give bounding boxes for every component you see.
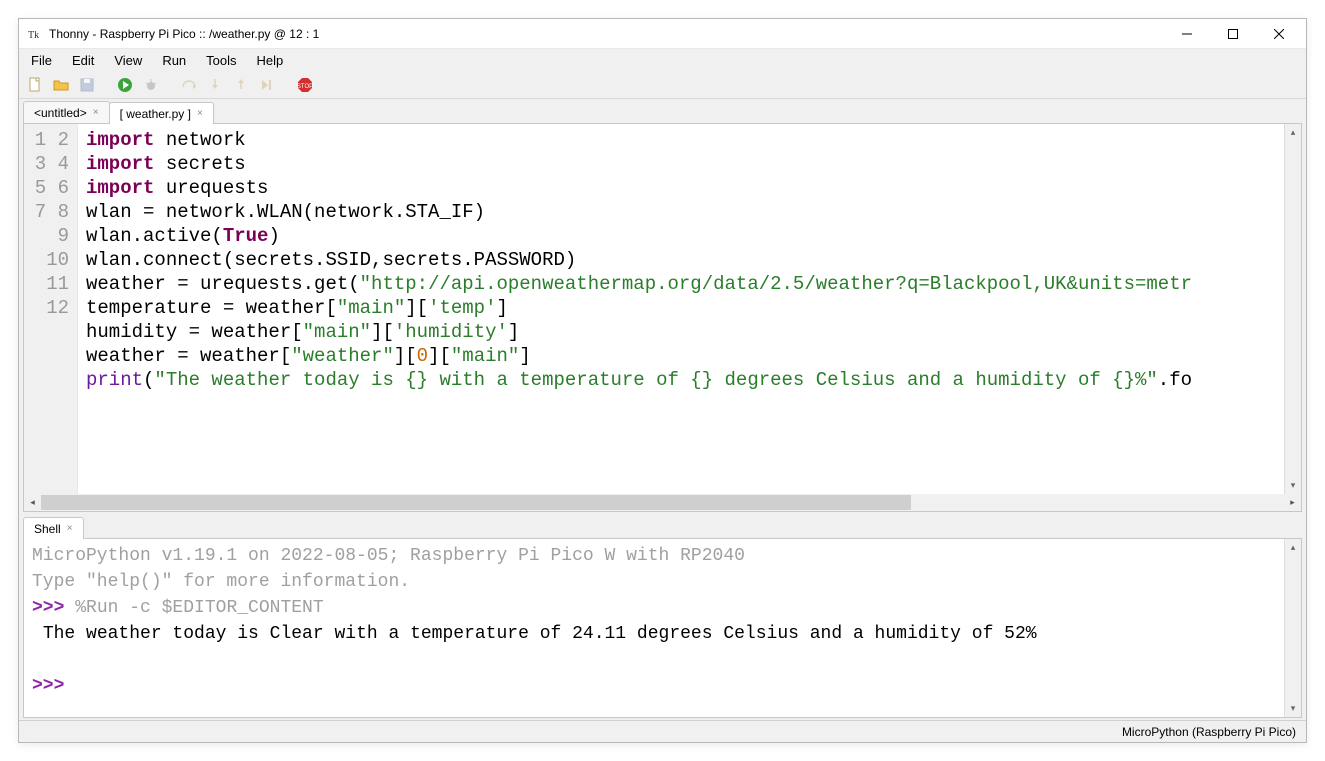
maximize-button[interactable] [1210, 19, 1256, 49]
shell-command: %Run -c $EDITOR_CONTENT [75, 598, 323, 618]
code-token: 'temp' [428, 297, 496, 319]
code-token: "weather" [291, 345, 394, 367]
tab-untitled[interactable]: <untitled> × [23, 101, 110, 123]
code-token: ( [143, 369, 154, 391]
code-token: 0 [417, 345, 428, 367]
code-token: ][ [428, 345, 451, 367]
close-icon[interactable]: × [195, 108, 205, 119]
toolbar: STOP [19, 71, 1306, 99]
menu-file[interactable]: File [23, 51, 60, 70]
code-token: "main" [337, 297, 405, 319]
scroll-down-icon[interactable]: ▾ [1285, 700, 1301, 717]
svg-text:STOP: STOP [297, 84, 313, 90]
code-token: True [223, 225, 269, 247]
run-icon[interactable] [115, 75, 135, 95]
step-into-icon[interactable] [205, 75, 225, 95]
step-out-icon[interactable] [231, 75, 251, 95]
menu-run[interactable]: Run [154, 51, 194, 70]
code-token: ][ [371, 321, 394, 343]
save-file-icon[interactable] [77, 75, 97, 95]
line-gutter: 1 2 3 4 5 6 7 8 9 10 11 12 [24, 124, 78, 494]
shell-line: MicroPython v1.19.1 on 2022-08-05; Raspb… [32, 546, 745, 566]
menu-view[interactable]: View [106, 51, 150, 70]
scroll-thumb[interactable] [41, 495, 911, 510]
code-token: ][ [405, 297, 428, 319]
tab-label: [ weather.py ] [120, 107, 191, 121]
code-token: print [86, 369, 143, 391]
close-icon[interactable]: × [65, 523, 75, 534]
menubar: File Edit View Run Tools Help [19, 49, 1306, 71]
code-token: ) [268, 225, 279, 247]
app-icon: Tk [27, 26, 43, 42]
tab-label: <untitled> [34, 106, 87, 120]
code-token: 'humidity' [394, 321, 508, 343]
editor-vertical-scrollbar[interactable]: ▴ ▾ [1284, 124, 1301, 494]
resume-icon[interactable] [257, 75, 277, 95]
titlebar: Tk Thonny - Raspberry Pi Pico :: /weathe… [19, 19, 1306, 49]
app-window: Tk Thonny - Raspberry Pi Pico :: /weathe… [18, 18, 1307, 743]
code-token: ] [519, 345, 530, 367]
code-token: weather = urequests.get( [86, 273, 360, 295]
shell-prompt: >>> [32, 598, 75, 618]
scroll-down-icon[interactable]: ▾ [1285, 477, 1301, 494]
tab-weather[interactable]: [ weather.py ] × [109, 102, 214, 124]
tab-label: Shell [34, 522, 61, 536]
scroll-track[interactable] [41, 494, 1284, 511]
new-file-icon[interactable] [25, 75, 45, 95]
code-token: "The weather today is {} with a temperat… [154, 369, 1157, 391]
interpreter-label[interactable]: MicroPython (Raspberry Pi Pico) [1122, 725, 1296, 739]
code-token: wlan.active( [86, 225, 223, 247]
code-token: wlan = network.WLAN(network.STA_IF) [86, 201, 485, 223]
shell-vertical-scrollbar[interactable]: ▴ ▾ [1284, 539, 1301, 717]
editor: 1 2 3 4 5 6 7 8 9 10 11 12 import networ… [23, 123, 1302, 512]
scroll-up-icon[interactable]: ▴ [1285, 124, 1301, 141]
minimize-button[interactable] [1164, 19, 1210, 49]
step-over-icon[interactable] [179, 75, 199, 95]
shell-pane-tabs: Shell × [19, 516, 1306, 538]
code-token: "main" [451, 345, 519, 367]
code-token: wlan.connect(secrets.SSID,secrets.PASSWO… [86, 249, 576, 271]
tab-shell[interactable]: Shell × [23, 517, 84, 539]
stop-icon[interactable]: STOP [295, 75, 315, 95]
code-token: urequests [154, 177, 268, 199]
debug-icon[interactable] [141, 75, 161, 95]
scroll-up-icon[interactable]: ▴ [1285, 539, 1301, 556]
shell-pane: MicroPython v1.19.1 on 2022-08-05; Raspb… [23, 538, 1302, 718]
code-token: import [86, 129, 154, 151]
code-token: import [86, 177, 154, 199]
close-icon[interactable]: × [91, 107, 101, 118]
open-file-icon[interactable] [51, 75, 71, 95]
editor-tabs: <untitled> × [ weather.py ] × [19, 99, 1306, 123]
statusbar: MicroPython (Raspberry Pi Pico) [19, 720, 1306, 742]
code-token: network [154, 129, 245, 151]
code-token: humidity = weather[ [86, 321, 303, 343]
code-token: "http://api.openweathermap.org/data/2.5/… [360, 273, 1192, 295]
scroll-right-icon[interactable]: ▸ [1284, 494, 1301, 511]
menu-edit[interactable]: Edit [64, 51, 102, 70]
svg-text:Tk: Tk [28, 30, 39, 41]
window-title: Thonny - Raspberry Pi Pico :: /weather.p… [49, 27, 319, 41]
code-body[interactable]: import network import secrets import ure… [78, 124, 1284, 494]
menu-tools[interactable]: Tools [198, 51, 244, 70]
code-token: .fo [1158, 369, 1192, 391]
close-button[interactable] [1256, 19, 1302, 49]
code-token: ][ [394, 345, 417, 367]
code-token: secrets [154, 153, 245, 175]
code-token: import [86, 153, 154, 175]
editor-horizontal-scrollbar[interactable]: ◂ ▸ [24, 494, 1301, 511]
code-token: "main" [303, 321, 371, 343]
shell-body[interactable]: MicroPython v1.19.1 on 2022-08-05; Raspb… [24, 539, 1284, 717]
scroll-left-icon[interactable]: ◂ [24, 494, 41, 511]
menu-help[interactable]: Help [249, 51, 292, 70]
code-token: temperature = weather[ [86, 297, 337, 319]
shell-line: Type "help()" for more information. [32, 572, 410, 592]
code-token: ] [497, 297, 508, 319]
shell-prompt: >>> [32, 676, 75, 696]
shell-output: The weather today is Clear with a temper… [32, 624, 1037, 644]
code-token: weather = weather[ [86, 345, 291, 367]
code-token: ] [508, 321, 519, 343]
